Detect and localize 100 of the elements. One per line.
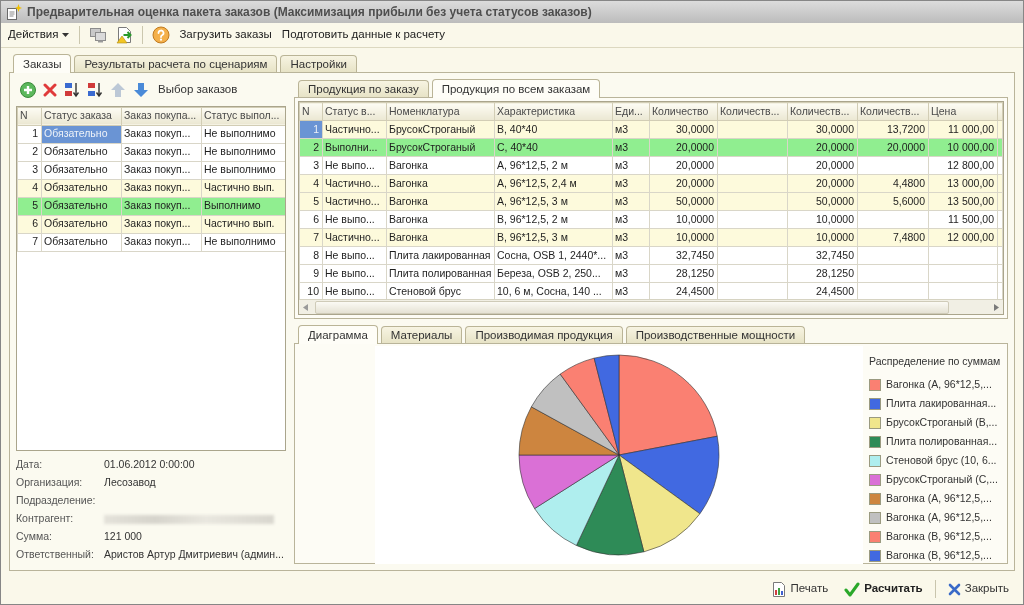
table-cell: Заказ покуп...: [121, 197, 202, 216]
check-icon: [844, 581, 861, 597]
horizontal-scrollbar[interactable]: [299, 299, 1003, 314]
table-cell: Заказ покуп...: [121, 161, 202, 180]
table-cell: 10,0000: [787, 228, 858, 247]
column-header[interactable]: Статус заказа: [41, 107, 122, 126]
print-button[interactable]: Печать: [764, 578, 835, 600]
field-label: Ответственный:: [16, 547, 94, 563]
table-cell: м3: [612, 156, 650, 175]
field-label: Организация:: [16, 475, 83, 491]
table-cell: 9: [299, 264, 323, 283]
table-cell: 12 800,00: [928, 156, 998, 175]
tab[interactable]: Заказы: [13, 54, 72, 73]
table-cell: 32,7450: [649, 246, 718, 265]
table-cell: 30,0000: [787, 120, 858, 139]
table-cell: 20,0000: [649, 138, 718, 157]
tab[interactable]: Материалы: [380, 326, 463, 343]
table-cell: 50,0000: [787, 192, 858, 211]
sort-descending-icon[interactable]: [87, 81, 103, 98]
table-cell: 7,4800: [857, 228, 929, 247]
table-cell: м3: [612, 120, 650, 139]
add-icon[interactable]: [20, 81, 36, 98]
actions-menu[interactable]: Действия: [4, 25, 74, 45]
form-icon: [6, 4, 22, 20]
table-cell: 10,0000: [649, 228, 718, 247]
table-cell: 28,1250: [787, 264, 858, 283]
table-cell: Обязательно: [41, 179, 122, 198]
legend-label: БрусокСтроганый (С,...: [886, 472, 998, 488]
column-header[interactable]: Цена: [928, 102, 998, 121]
table-cell: Вагонка: [386, 228, 495, 247]
column-header[interactable]: N: [17, 107, 42, 126]
table-cell: Сосна, OSB 1, 2440*...: [494, 246, 613, 265]
column-header[interactable]: Номенклатура: [386, 102, 495, 121]
column-header[interactable]: Статус в...: [322, 102, 387, 121]
table-cell: 2: [299, 138, 323, 157]
table-cell: м3: [612, 210, 650, 229]
table-cell: 20,0000: [857, 138, 929, 157]
tab[interactable]: Настройки: [280, 55, 357, 72]
tab[interactable]: Производственные мощности: [625, 326, 806, 343]
table-cell: Плита полированная: [386, 264, 495, 283]
field-label: Контрагент:: [16, 511, 74, 527]
column-header[interactable]: Статус выпол...: [201, 107, 285, 126]
calculate-button[interactable]: Расчитать: [838, 578, 929, 600]
table-cell: 2: [17, 143, 42, 162]
help-icon[interactable]: [152, 26, 171, 44]
table-cell: 7: [17, 233, 42, 252]
scrollbar-thumb[interactable]: [315, 300, 949, 314]
document-arrow-icon[interactable]: [115, 26, 134, 44]
table-cell: 20,0000: [787, 156, 858, 175]
table-cell: А, 96*12,5, 3 м: [494, 192, 613, 211]
table-cell: В, 96*12,5, 2 м: [494, 210, 613, 229]
column-header[interactable]: N: [299, 102, 323, 121]
table-cell: 5,6000: [857, 192, 929, 211]
column-header[interactable]: Заказ покупа...: [121, 107, 202, 126]
column-header[interactable]: Количеств...: [787, 102, 858, 121]
table-cell: 10,0000: [787, 210, 858, 229]
table-cell: 30,0000: [649, 120, 718, 139]
table-cell: Береза, OSB 2, 250...: [494, 264, 613, 283]
table-cell: Не выпо...: [322, 210, 387, 229]
close-button[interactable]: Закрыть: [941, 578, 1015, 600]
table-cell: 4: [299, 174, 323, 193]
toolbar-button[interactable]: Выбор заказов: [156, 81, 240, 99]
delete-icon[interactable]: [43, 82, 57, 97]
table-cell: м3: [612, 264, 650, 283]
tab[interactable]: Результаты расчета по сценариям: [74, 55, 278, 72]
tab[interactable]: Диаграмма: [298, 325, 378, 344]
table-cell: м3: [612, 192, 650, 211]
table-cell: Обязательно: [41, 143, 122, 162]
tab[interactable]: Продукция по всем заказам: [431, 79, 601, 98]
table-cell: м3: [612, 246, 650, 265]
column-header[interactable]: Еди...: [612, 102, 650, 121]
legend-label: Вагонка (А, 96*12,5,...: [886, 510, 992, 526]
table-cell: 13 000,00: [928, 174, 998, 193]
table-cell: Обязательно: [41, 233, 122, 252]
toolbar-button[interactable]: Подготовить данные к расчету: [277, 25, 450, 45]
table-cell: Не выпо...: [322, 156, 387, 175]
table-cell: Частично...: [322, 120, 387, 139]
column-header[interactable]: Количество: [649, 102, 718, 121]
legend-label: БрусокСтроганый (В,...: [886, 415, 998, 431]
table-cell: С, 40*40: [494, 138, 613, 157]
table-cell: Заказ покуп...: [121, 179, 202, 198]
table-cell: Плита лакированная: [386, 246, 495, 265]
field-value: Аристов Артур Дмитриевич (админ...: [104, 547, 284, 563]
table-cell: 20,0000: [787, 174, 858, 193]
sort-ascending-icon[interactable]: [64, 81, 80, 98]
table-cell: Обязательно: [41, 197, 122, 216]
table-cell: 5: [17, 197, 42, 216]
field-value: 01.06.2012 0:00:00: [104, 457, 195, 473]
table-cell: 3: [299, 156, 323, 175]
monitors-icon[interactable]: [89, 27, 108, 43]
column-header[interactable]: Количеств...: [717, 102, 788, 121]
table-cell: Заказ покуп...: [121, 125, 202, 144]
table-cell: Вагонка: [386, 192, 495, 211]
column-header[interactable]: Характеристика: [494, 102, 613, 121]
legend-label: Стеновой брус (10, 6...: [886, 453, 997, 469]
column-header[interactable]: Количеств...: [857, 102, 929, 121]
tab[interactable]: Производимая продукция: [465, 326, 623, 343]
arrow-down-icon[interactable]: [133, 81, 149, 98]
tab[interactable]: Продукция по заказу: [298, 80, 429, 97]
toolbar-button[interactable]: Загрузить заказы: [175, 25, 276, 45]
